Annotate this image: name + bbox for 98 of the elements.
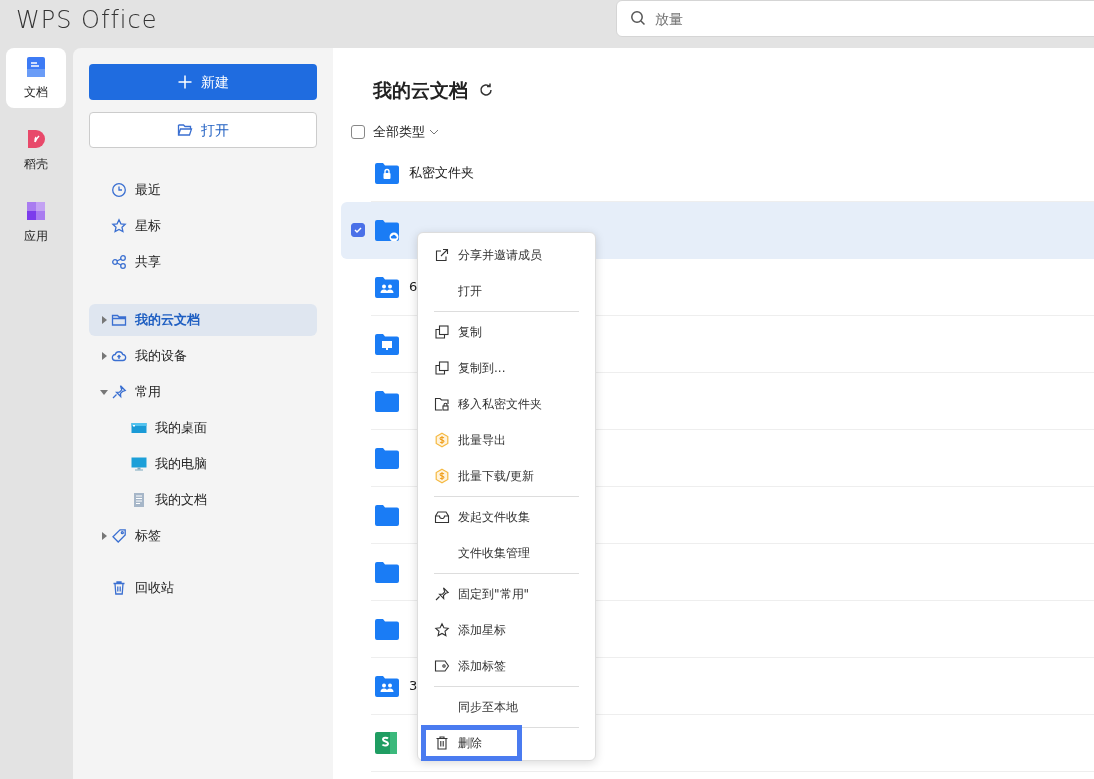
folder-icon [177,122,193,138]
tab-label: 稻壳 [24,156,48,173]
file-name: 3 [409,677,418,696]
file-row[interactable]: 私密文件夹 [341,144,1094,202]
menu-item[interactable]: 删除 [426,730,517,756]
tree-item[interactable]: 我的云文档 [89,304,317,336]
desktop-folder-icon [375,333,399,355]
copy-icon [434,324,450,340]
tag-icon [111,528,127,544]
coin-icon [434,432,450,448]
tree-item[interactable]: 标签 [89,520,317,552]
spreadsheet-icon [375,732,397,754]
nav-label: 最近 [135,181,161,200]
cloud-upload-icon [111,348,127,364]
tab-label: 应用 [24,228,48,245]
nav-label: 回收站 [135,579,174,598]
trash-icon [434,735,450,751]
plus-icon [177,74,193,90]
checkmark-icon [353,225,363,235]
open-button[interactable]: 打开 [89,112,317,148]
document-app-icon [24,55,48,79]
tree-item[interactable]: 我的桌面 [89,412,317,444]
row-checkbox[interactable] [351,223,365,237]
expand-arrow-icon[interactable] [99,315,109,325]
cloud-folder-icon [375,219,399,241]
page-title: 我的云文档 [373,78,468,103]
tree-label: 我的云文档 [135,311,200,330]
menu-item[interactable]: 批量导出 [418,422,595,458]
rail-tab[interactable]: 应用 [6,192,66,252]
tree-label: 常用 [135,383,161,402]
inbox-icon [434,509,450,525]
file-name: 6 [409,278,418,297]
collapse-arrow-icon[interactable] [99,387,109,397]
apps-icon [24,199,48,223]
trash-icon [111,580,127,596]
tree-label: 我的桌面 [155,419,207,438]
folder-icon [375,561,399,583]
team-folder-icon [375,276,399,298]
tree-item[interactable]: 我的设备 [89,340,317,372]
menu-item[interactable]: 添加标签 [418,648,595,684]
locked-folder-icon [434,396,450,412]
menu-item[interactable]: 同步至本地 [418,689,595,725]
type-filter[interactable]: 全部类型 [373,121,439,142]
tree-label: 标签 [135,527,161,546]
star-icon [434,622,450,638]
file-name: 私密文件夹 [409,164,474,183]
monitor-icon [131,456,147,472]
pin-icon [434,586,450,602]
select-all-checkbox[interactable] [351,124,365,139]
menu-item[interactable]: 添加星标 [418,612,595,648]
folder-icon [111,312,127,328]
share-icon [111,254,127,270]
menu-item[interactable]: 分享并邀请成员 [418,237,595,273]
pin-icon [111,384,127,400]
nav-item[interactable]: 回收站 [89,572,317,604]
menu-item[interactable]: 复制到... [418,350,595,386]
team-folder-icon [375,675,399,697]
copy-icon [434,360,450,376]
locked-folder-icon [375,162,399,184]
expand-arrow-icon[interactable] [99,531,109,541]
folder-icon [375,390,399,412]
app-logo: WPS Office [15,5,158,36]
menu-item[interactable]: 打开 [418,273,595,309]
nav-item[interactable]: 最近 [89,174,317,206]
folder-icon [375,447,399,469]
search-icon [630,10,646,26]
menu-item[interactable]: 批量下载/更新 [418,458,595,494]
tree-label: 我的文档 [155,491,207,510]
menu-item[interactable]: 固定到"常用" [418,576,595,612]
menu-item[interactable]: 文件收集管理 [418,535,595,571]
nav-item[interactable]: 星标 [89,210,317,242]
rail-tab[interactable]: 文档 [6,48,66,108]
rail-tab[interactable]: 稻壳 [6,120,66,180]
desktop-icon [131,420,147,436]
clock-icon [111,182,127,198]
document-icon [131,492,147,508]
nav-label: 共享 [135,253,161,272]
tree-item[interactable]: 我的电脑 [89,448,317,480]
coin-icon [434,468,450,484]
tree-item[interactable]: 我的文档 [89,484,317,516]
tab-label: 文档 [24,84,48,101]
refresh-icon [478,82,494,99]
nav-item[interactable]: 共享 [89,246,317,278]
star-icon [111,218,127,234]
menu-item[interactable]: 发起文件收集 [418,499,595,535]
search-field[interactable]: 放量 [616,0,1094,37]
menu-item[interactable]: 复制 [418,314,595,350]
folder-icon [375,618,399,640]
share-icon [434,247,450,263]
expand-arrow-icon[interactable] [99,351,109,361]
tree-label: 我的电脑 [155,455,207,474]
tag-icon [434,658,450,674]
menu-item[interactable]: 移入私密文件夹 [418,386,595,422]
folder-icon [375,504,399,526]
nav-label: 星标 [135,217,161,236]
new-button[interactable]: 新建 [89,64,317,100]
tree-item[interactable]: 常用 [89,376,317,408]
tree-label: 我的设备 [135,347,187,366]
